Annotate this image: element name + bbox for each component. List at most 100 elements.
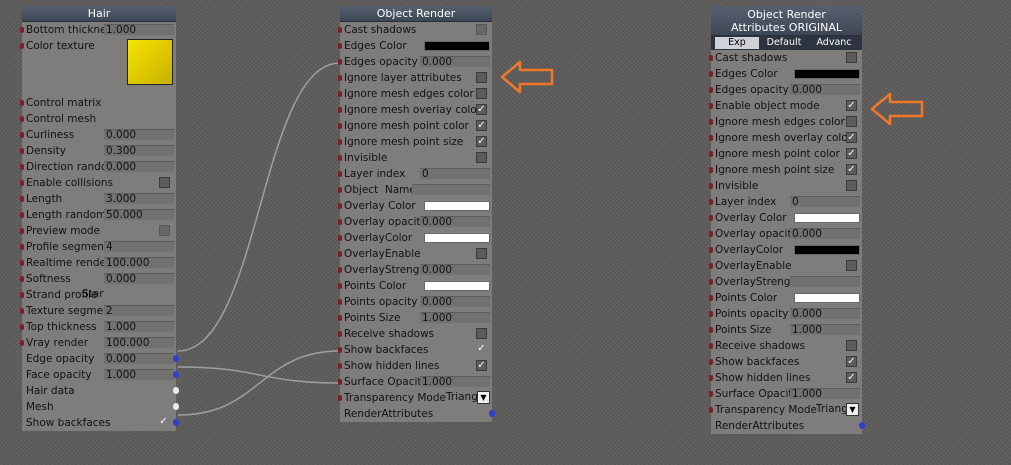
invisible-checkbox[interactable] (476, 152, 487, 163)
show-hidden-lines-checkbox[interactable]: ✓ (846, 372, 857, 383)
input-port[interactable] (20, 164, 24, 170)
direction-random-field[interactable]: 0.000 (104, 161, 174, 172)
hair-row-top-thickness[interactable]: Top thickness 1.000 (20, 319, 176, 335)
hair-row-strand-profile[interactable]: Strand profile Star (20, 287, 176, 303)
hair-row-mesh[interactable]: Mesh (22, 399, 179, 415)
realtime-render-field[interactable]: 100.000 (104, 257, 174, 268)
edges-opacity-field[interactable]: 0.000 (790, 84, 860, 95)
input-port[interactable] (20, 116, 24, 122)
edges-color-swatch[interactable] (424, 41, 490, 51)
input-port[interactable] (709, 263, 713, 269)
hair-row-direction-random[interactable]: Direction randor 0.000 (20, 159, 176, 175)
profile-segments-field[interactable]: 4 (104, 241, 174, 252)
layer-index-field[interactable]: 0 (420, 168, 490, 179)
input-port[interactable] (20, 260, 24, 266)
overlay-opacity-field[interactable]: 0.000 (420, 216, 490, 227)
input-port[interactable] (338, 123, 342, 129)
chevron-down-icon[interactable]: ▼ (846, 403, 859, 416)
length-randomize-field[interactable]: 50.000 (104, 209, 174, 220)
show-hidden-lines-checkbox[interactable]: ✓ (476, 360, 487, 371)
or-row-ignore-mesh-point-size[interactable]: Ignore mesh point size ✓ (338, 134, 492, 150)
ignore-mesh-point-size-checkbox[interactable]: ✓ (476, 136, 487, 147)
hair-row-bottom-thickness[interactable]: Bottom thicknes 1.000 (20, 22, 176, 38)
enable-collisions-checkbox[interactable] (159, 177, 170, 188)
input-port[interactable] (20, 196, 24, 202)
input-port[interactable] (20, 340, 24, 346)
vray-render-field[interactable]: 100.000 (104, 337, 174, 348)
hair-row-softness[interactable]: Softness 0.000 (20, 271, 176, 287)
hair-row-curliness[interactable]: Curliness 0.000 (20, 127, 176, 143)
color-texture-swatch[interactable] (127, 39, 173, 85)
orig-row-points-opacity[interactable]: Points opacity 0.000 (709, 306, 862, 322)
input-port[interactable] (20, 308, 24, 314)
ignore-mesh-point-color-checkbox[interactable]: ✓ (476, 120, 487, 131)
or-row-transparency-mode[interactable]: Transparency Mode Triang ▼ (338, 390, 492, 406)
wire-edge-opacity[interactable] (177, 62, 341, 352)
overlay-strength-field[interactable]: 0.000 (420, 264, 490, 275)
orig-row-edges-opacity[interactable]: Edges opacity 0.000 (709, 82, 862, 98)
hair-row-enable-collisions[interactable]: Enable collisions (20, 175, 176, 191)
overlay-enable-checkbox[interactable] (476, 248, 487, 259)
input-port[interactable] (709, 87, 713, 93)
hair-row-hair-data[interactable]: Hair data (22, 383, 179, 399)
layer-index-field[interactable]: 0 (790, 196, 860, 207)
input-port[interactable] (338, 363, 342, 369)
texture-segments-field[interactable]: 2 (104, 305, 174, 316)
object-render-original-node-title[interactable]: Object Render Attributes ORIGINAL (711, 6, 862, 36)
ignore-mesh-edges-color-checkbox[interactable] (476, 88, 487, 99)
hair-row-preview-mode[interactable]: Preview mode (20, 223, 176, 239)
strand-profile-select[interactable]: Star (80, 289, 174, 300)
points-opacity-field[interactable]: 0.000 (790, 308, 860, 319)
object-render-node[interactable]: Object Render Cast shadows Edges Color E… (338, 6, 495, 422)
hair-row-profile-segments[interactable]: Profile segments 4 (20, 239, 176, 255)
input-port[interactable] (338, 299, 342, 305)
input-port[interactable] (338, 283, 342, 289)
or-row-receive-shadows[interactable]: Receive shadows (338, 326, 492, 342)
object-render-original-node[interactable]: Object Render Attributes ORIGINAL Exp De… (709, 6, 865, 434)
input-port[interactable] (338, 155, 342, 161)
object-render-node-title[interactable]: Object Render (340, 6, 492, 22)
input-port[interactable] (338, 331, 342, 337)
orig-row-render-attributes[interactable]: RenderAttributes (711, 418, 865, 434)
preview-mode-checkbox[interactable] (159, 225, 170, 236)
input-port[interactable] (709, 231, 713, 237)
input-port[interactable] (20, 148, 24, 154)
input-port[interactable] (709, 135, 713, 141)
or-row-points-opacity[interactable]: Points opacity 0.000 (338, 294, 492, 310)
or-row-show-backfaces[interactable]: Show backfaces ✓ (338, 342, 492, 358)
hair-row-edge-opacity[interactable]: Edge opacity 0.000 (22, 351, 179, 367)
overlay-strength-field[interactable] (790, 276, 860, 287)
or-row-overlay-enable[interactable]: OverlayEnable (338, 246, 492, 262)
transparency-mode-select[interactable]: Triang (814, 403, 848, 416)
orig-row-show-hidden-lines[interactable]: Show hidden lines ✓ (709, 370, 862, 386)
enable-object-mode-checkbox[interactable]: ✓ (846, 100, 857, 111)
input-port[interactable] (709, 391, 713, 397)
input-port[interactable] (709, 279, 713, 285)
input-port[interactable] (709, 247, 713, 253)
tab-exp[interactable]: Exp (715, 37, 759, 49)
overlaycolor-swatch[interactable] (424, 233, 490, 243)
or-row-overlaycolor[interactable]: OverlayColor (338, 230, 492, 246)
output-port[interactable] (489, 410, 495, 417)
hair-row-texture-segments[interactable]: Texture segmen 2 (20, 303, 176, 319)
input-port[interactable] (709, 71, 713, 77)
input-port[interactable] (709, 327, 713, 333)
or-row-points-size[interactable]: Points Size 1.000 (338, 310, 492, 326)
receive-shadows-checkbox[interactable] (846, 340, 857, 351)
input-port[interactable] (709, 55, 713, 61)
input-port[interactable] (20, 324, 24, 330)
input-port[interactable] (20, 27, 24, 33)
hair-row-show-backfaces[interactable]: Show backfaces ✓ (22, 415, 179, 431)
orig-row-receive-shadows[interactable]: Receive shadows (709, 338, 862, 354)
input-port[interactable] (20, 244, 24, 250)
input-port[interactable] (709, 215, 713, 221)
hair-row-length-randomize[interactable]: Length randomiz 50.000 (20, 207, 176, 223)
overlay-color-swatch[interactable] (794, 213, 860, 223)
transparency-mode-select[interactable]: Triang (444, 391, 478, 404)
input-port[interactable] (709, 151, 713, 157)
output-port[interactable] (173, 355, 179, 362)
input-port[interactable] (338, 315, 342, 321)
input-port[interactable] (20, 100, 24, 106)
input-port[interactable] (338, 59, 342, 65)
input-port[interactable] (709, 119, 713, 125)
